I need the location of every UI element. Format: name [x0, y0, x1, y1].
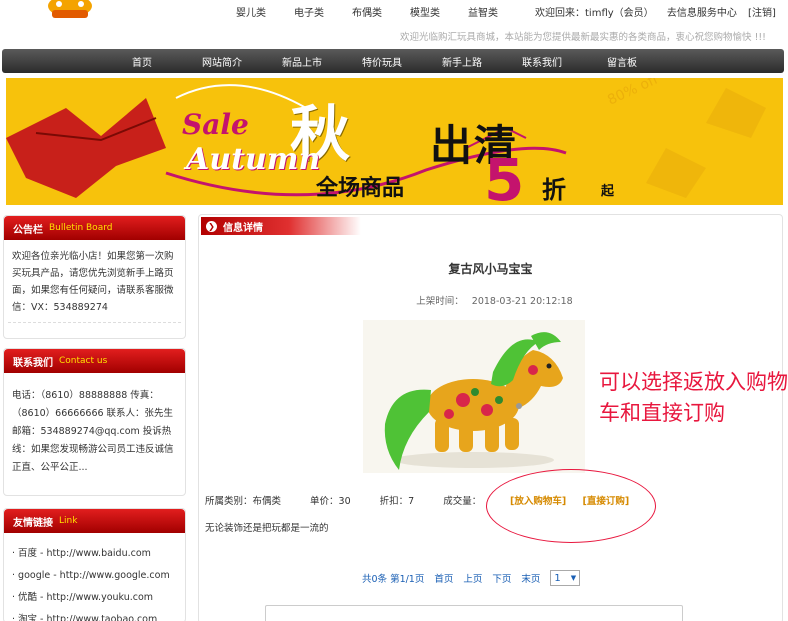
pager-last[interactable]: 末页 — [521, 571, 540, 585]
listing-time-value: 2018-03-21 20:12:18 — [471, 296, 573, 307]
detail-section-header: ❯ 信息详情 — [201, 217, 361, 235]
nav-about[interactable]: 网站简介 — [182, 54, 262, 69]
notice-header: 公告栏 Bulletin Board — [4, 216, 185, 240]
pager-first[interactable]: 首页 — [434, 571, 453, 585]
product-description: 无论装饰还是把玩都是一流的 — [205, 523, 329, 534]
contact-title: 联系我们 — [13, 357, 53, 369]
site-logo[interactable] — [44, 0, 96, 18]
comment-input[interactable] — [265, 605, 683, 621]
link-taobao[interactable]: · 淘宝 - http://www.taobao.com — [12, 609, 179, 621]
listing-time: 上架时间： 2018-03-21 20:12:18 — [199, 293, 782, 307]
banner-zhe-text: 折 — [542, 176, 566, 204]
nav-beginners-guide[interactable]: 新手上路 — [422, 54, 502, 69]
banner-sale-text: Sale — [182, 108, 249, 141]
product-category: 所属类别：布偶类 — [205, 496, 282, 507]
welcome-text: 欢迎回来：timfly（会员） — [535, 8, 654, 19]
pagination: 共0条 第1/1页 首页 上页 下页 末页 1 ▼ — [362, 570, 581, 586]
product-image — [363, 320, 585, 473]
banner-all-products-text: 全场商品 — [316, 176, 405, 201]
nav-guestbook[interactable]: 留言板 — [582, 54, 662, 69]
link-google[interactable]: · google - http://www.google.com — [12, 565, 179, 587]
chevron-down-icon: ▼ — [570, 574, 577, 582]
top-category-links: 婴儿类 电子类 布偶类 模型类 益智类 — [236, 4, 526, 19]
links-list: · 百度 - http://www.baidu.com · google - h… — [4, 533, 185, 621]
contact-header: 联系我们 Contact us — [4, 349, 185, 373]
product-meta: 所属类别：布偶类 单价：30 折扣：7 成交量： — [205, 493, 507, 507]
product-volume: 成交量： — [443, 496, 482, 507]
category-link-model[interactable]: 模型类 — [410, 4, 440, 19]
product-detail-panel: ❯ 信息详情 复古风小马宝宝 上架时间： 2018-03-21 20:12:18 — [198, 214, 788, 621]
product-title: 复古风小马宝宝 — [448, 262, 533, 276]
banner-autumn-text: Autumn — [186, 142, 321, 177]
category-link-electronic[interactable]: 电子类 — [294, 4, 324, 19]
page-select-value: 1 — [554, 572, 561, 584]
annotation-note: 可以选择返放入购物车和直接订购 — [599, 370, 788, 425]
banner-five-text: 5 — [484, 146, 525, 205]
pager-summary: 共0条 第1/1页 — [362, 574, 425, 585]
links-title: 友情链接 — [13, 517, 53, 529]
user-bar: 欢迎回来：timfly（会员） 去信息服务中心 [注销] — [535, 4, 776, 19]
welcome-marquee: 欢迎光临购汇玩具商城，本站能为您提供最新最实惠的各类商品，衷心祝您购物愉快 !!… — [400, 32, 766, 43]
category-link-plush[interactable]: 布偶类 — [352, 4, 382, 19]
arrow-circle-icon: ❯ — [206, 220, 217, 232]
banner-qi-text: 起 — [601, 184, 615, 199]
links-title-en: Link — [59, 516, 78, 526]
links-box: 友情链接 Link · 百度 - http://www.baidu.com · … — [3, 508, 186, 621]
link-youku[interactable]: · 优酷 - http://www.youku.com — [12, 587, 179, 609]
category-link-baby[interactable]: 婴儿类 — [236, 4, 266, 19]
notice-title: 公告栏 — [13, 224, 43, 236]
link-baidu[interactable]: · 百度 - http://www.baidu.com — [12, 543, 179, 565]
logout-link[interactable]: [注销] — [748, 8, 776, 19]
links-header: 友情链接 Link — [4, 509, 185, 533]
notice-title-en: Bulletin Board — [49, 223, 113, 233]
page-select[interactable]: 1 ▼ — [550, 570, 581, 586]
promo-banner[interactable]: Sale 秋 出清 Autumn 全场商品 5 折 起 80% off — [6, 78, 783, 205]
pager-next[interactable]: 下页 — [492, 571, 511, 585]
category-link-puzzle[interactable]: 益智类 — [468, 4, 498, 19]
contact-text: 电话：（8610）88888888 传真：（8610）66666666 联系人：… — [12, 390, 174, 473]
annotation-ellipse — [486, 469, 656, 543]
nav-home[interactable]: 首页 — [102, 54, 182, 69]
detail-section-title: 信息详情 — [223, 222, 263, 234]
nav-new-arrivals[interactable]: 新品上市 — [262, 54, 342, 69]
notice-box: 公告栏 Bulletin Board 欢迎各位亲光临小店！如果您第一次购买玩具产… — [3, 215, 186, 339]
product-discount: 折扣：7 — [379, 496, 415, 507]
pager-prev[interactable]: 上页 — [463, 571, 482, 585]
nav-special-toys[interactable]: 特价玩具 — [342, 54, 422, 69]
contact-title-en: Contact us — [59, 356, 108, 366]
listing-time-label: 上架时间： — [416, 296, 464, 307]
nav-contact[interactable]: 联系我们 — [502, 54, 582, 69]
main-nav: 首页 网站简介 新品上市 特价玩具 新手上路 联系我们 留言板 — [2, 49, 784, 73]
product-price: 单价：30 — [310, 496, 351, 507]
contact-box: 联系我们 Contact us 电话：（8610）88888888 传真：（86… — [3, 348, 186, 496]
notice-text: 欢迎各位亲光临小店！如果您第一次购买玩具产品，请您优先浏览新手上路页面，如果您有… — [8, 240, 181, 323]
service-center-link[interactable]: 去信息服务中心 — [667, 8, 737, 19]
